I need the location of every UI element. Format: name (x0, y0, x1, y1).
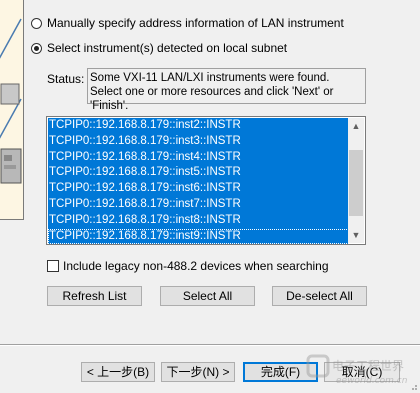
list-item[interactable]: TCPIP0::192.168.8.179::inst3::INSTR (48, 133, 349, 150)
select-all-button[interactable]: Select All (160, 286, 255, 306)
back-button[interactable]: < 上一步(B) (81, 362, 155, 382)
list-item[interactable]: TCPIP0::192.168.8.179::inst6::INSTR (48, 181, 349, 197)
legacy-devices-label: Include legacy non-488.2 devices when se… (63, 259, 329, 273)
watermark-logo: 电子工程世界 eeworld.com.cn (306, 352, 414, 390)
radio-manual-address[interactable]: Manually specify address information of … (31, 15, 344, 31)
list-item[interactable]: TCPIP0::192.168.8.179::inst5::INSTR (48, 165, 349, 182)
list-item[interactable]: TCPIP0::192.168.8.179::inst4::INSTR (48, 149, 349, 166)
scroll-thumb[interactable] (349, 150, 363, 216)
refresh-list-button[interactable]: Refresh List (47, 286, 142, 306)
resource-list: TCPIP0::192.168.8.179::inst2::INSTR TCPI… (48, 118, 349, 244)
legacy-devices-checkbox[interactable] (47, 260, 59, 272)
list-item[interactable]: TCPIP0::192.168.8.179::inst9::INSTR (48, 228, 349, 244)
resource-listbox[interactable]: TCPIP0::192.168.8.179::inst2::INSTR TCPI… (46, 116, 366, 245)
radio-detected-subnet[interactable]: Select instrument(s) detected on local s… (31, 40, 287, 56)
vertical-scrollbar[interactable]: ▲ ▼ (348, 118, 364, 243)
scroll-up-icon[interactable]: ▲ (348, 118, 364, 134)
radio-detected-circle[interactable] (31, 42, 42, 54)
status-text: Some VXI-11 LAN/LXI instruments were fou… (87, 68, 366, 112)
list-item[interactable]: TCPIP0::192.168.8.179::inst7::INSTR (48, 196, 349, 213)
next-button[interactable]: 下一步(N) > (161, 362, 235, 382)
wizard-illustration (0, 0, 24, 220)
scroll-down-icon[interactable]: ▼ (348, 227, 364, 243)
footer-separator-highlight (0, 345, 420, 346)
svg-text:电子工程世界: 电子工程世界 (332, 358, 404, 373)
resize-grip-icon[interactable] (408, 381, 418, 391)
svg-text:eeworld.com.cn: eeworld.com.cn (336, 376, 408, 386)
radio-detected-label: Select instrument(s) detected on local s… (47, 41, 288, 55)
legacy-devices-checkbox-row[interactable]: Include legacy non-488.2 devices when se… (47, 259, 329, 273)
deselect-all-button[interactable]: De-select All (272, 286, 367, 306)
list-item[interactable]: TCPIP0::192.168.8.179::inst2::INSTR (48, 118, 349, 134)
radio-manual-circle[interactable] (31, 17, 42, 29)
status-label: Status: (47, 72, 85, 86)
radio-manual-label: Manually specify address information of … (47, 16, 344, 30)
list-item[interactable]: TCPIP0::192.168.8.179::inst8::INSTR (48, 212, 349, 229)
